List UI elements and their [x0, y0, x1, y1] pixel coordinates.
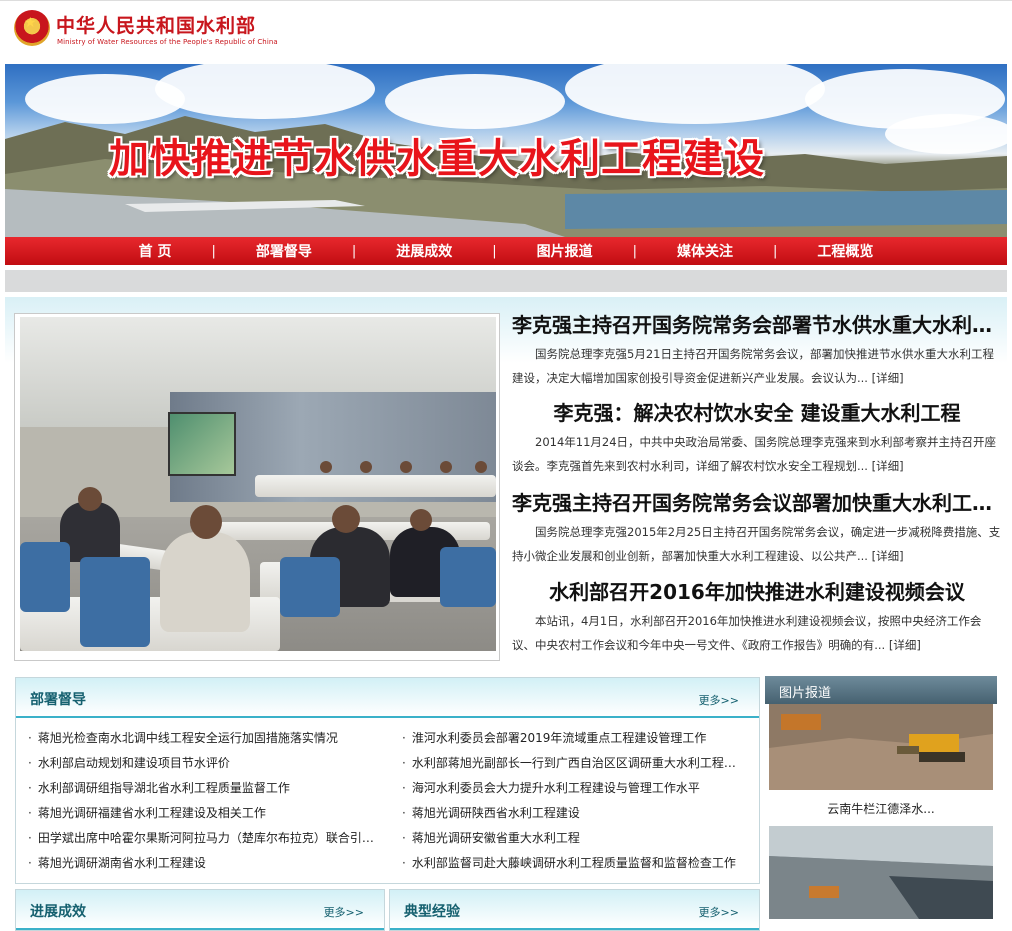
list-item[interactable]: · 水利部监督司赴大藤峡调研水利工程质量监督和监督检查工作	[402, 851, 742, 876]
more-link[interactable]: 更多>>	[699, 904, 739, 920]
main-nav: 首 页 | 部署督导 | 进展成效 | 图片报道 | 媒体关注 | 工程概览	[5, 237, 1007, 265]
list-item[interactable]: · 田学斌出席中哈霍尔果斯河阿拉马力（楚库尔布拉克）联合引水工程	[28, 826, 378, 851]
feature-article-title[interactable]: 水利部召开2016年加快推进水利建设视频会议	[512, 576, 1002, 605]
feature-article-body: 本站讯，4月1日，水利部召开2016年加快推进水利建设视频会议，按照中央经济工作…	[512, 614, 982, 652]
national-emblem-icon: ★	[14, 10, 50, 46]
list-item[interactable]: · 蒋旭光调研福建省水利工程建设及相关工作	[28, 801, 378, 826]
photo-report-caption[interactable]: 云南牛栏江德泽水...	[769, 800, 993, 817]
list-item[interactable]: · 蒋旭光调研陕西省水利工程建设	[402, 801, 742, 826]
feature-article-body: 国务院总理李克强5月21日主持召开国务院常务会议，部署加快推进节水供水重大水利工…	[512, 347, 994, 385]
photo-report-title[interactable]: 图片报道	[779, 682, 831, 701]
more-link[interactable]: 更多>>	[699, 692, 739, 708]
panel-header: 进展成效 更多>>	[16, 890, 384, 930]
nav-media[interactable]: 媒体关注	[637, 241, 773, 261]
detail-link[interactable]: [详细]	[872, 371, 904, 385]
feature-article-title[interactable]: 李克强主持召开国务院常务会部署节水供水重大水利工程建设	[512, 309, 1002, 338]
detail-link[interactable]: [详细]	[872, 549, 904, 563]
photo-report-header: 图片报道	[765, 676, 997, 704]
nav-overview[interactable]: 工程概览	[777, 241, 913, 261]
progress-panel: 进展成效 更多>>	[15, 889, 385, 931]
panel-title[interactable]: 部署督导	[30, 689, 86, 709]
banner-title: 加快推进节水供水重大水利工程建设	[109, 136, 765, 182]
site-title[interactable]: 中华人民共和国水利部	[56, 11, 256, 38]
feature-article-title[interactable]: 李克强：解决农村饮水安全 建设重大水利工程	[512, 397, 1002, 426]
feature-article: 李克强主持召开国务院常务会议部署加快重大水利工程建设 国务院总理李克强2015年…	[512, 487, 1002, 568]
nav-home[interactable]: 首 页	[99, 241, 212, 261]
feature-article-body: 国务院总理李克强2015年2月25日主持召开国务院常务会议，确定进一步减税降费措…	[512, 525, 1001, 563]
list-item[interactable]: · 蒋旭光检查南水北调中线工程安全运行加固措施落实情况	[28, 726, 378, 751]
site-subtitle: Ministry of Water Resources of the Peopl…	[57, 38, 278, 46]
feature-article-title[interactable]: 李克强主持召开国务院常务会议部署加快重大水利工程建设	[512, 487, 1002, 516]
list-item[interactable]: · 水利部调研组指导湖北省水利工程质量监督工作	[28, 776, 378, 801]
list-item[interactable]: · 淮河水利委员会部署2019年流域重点工程建设管理工作	[402, 726, 742, 751]
feature-article: 李克强：解决农村饮水安全 建设重大水利工程 2014年11月24日，中共中央政治…	[512, 397, 1002, 478]
list-item[interactable]: · 海河水利委员会大力提升水利工程建设与管理工作水平	[402, 776, 742, 801]
photo-report-image[interactable]	[769, 826, 993, 919]
list-item[interactable]: · 蒋旭光调研湖南省水利工程建设	[28, 851, 378, 876]
feature-article-body: 2014年11月24日，中共中央政治局常委、国务院总理李克强来到水利部考察并主持…	[512, 435, 997, 473]
detail-link[interactable]: [详细]	[889, 638, 921, 652]
nav-deployment[interactable]: 部署督导	[216, 241, 352, 261]
experience-panel: 典型经验 更多>>	[389, 889, 760, 931]
feature-article: 水利部召开2016年加快推进水利建设视频会议 本站讯，4月1日，水利部召开201…	[512, 576, 1002, 657]
news-list-left: · 蒋旭光检查南水北调中线工程安全运行加固措施落实情况 · 水利部启动规划和建设项目…	[28, 726, 378, 876]
feature-photo[interactable]	[20, 317, 496, 651]
feature-article: 李克强主持召开国务院常务会部署节水供水重大水利工程建设 国务院总理李克强5月21…	[512, 309, 1002, 390]
detail-link[interactable]: [详细]	[872, 459, 904, 473]
banner-image: 加快推进节水供水重大水利工程建设	[5, 64, 1007, 237]
site-header: ★ 中华人民共和国水利部 Ministry of Water Resources…	[0, 0, 1012, 65]
panel-header: 典型经验 更多>>	[390, 890, 759, 930]
panel-header: 部署督导 更多>>	[16, 678, 759, 718]
more-link[interactable]: 更多>>	[324, 904, 364, 920]
photo-report-image[interactable]	[769, 704, 993, 790]
list-item[interactable]: · 水利部启动规划和建设项目节水评价	[28, 751, 378, 776]
panel-title[interactable]: 进展成效	[30, 901, 86, 921]
news-list-right: · 淮河水利委员会部署2019年流域重点工程建设管理工作 · 水利部蒋旭光副部长一行…	[402, 726, 742, 876]
deployment-panel: 部署督导 更多>> · 蒋旭光检查南水北调中线工程安全运行加固措施落实情况 · 水利…	[15, 677, 760, 884]
grey-divider-bar	[5, 270, 1007, 292]
list-item[interactable]: · 蒋旭光调研安徽省重大水利工程	[402, 826, 742, 851]
list-item[interactable]: · 水利部蒋旭光副部长一行到广西自治区区调研重大水利工程建设	[402, 751, 742, 776]
nav-progress[interactable]: 进展成效	[356, 241, 492, 261]
panel-title[interactable]: 典型经验	[404, 901, 460, 921]
nav-photo-report[interactable]: 图片报道	[497, 241, 633, 261]
